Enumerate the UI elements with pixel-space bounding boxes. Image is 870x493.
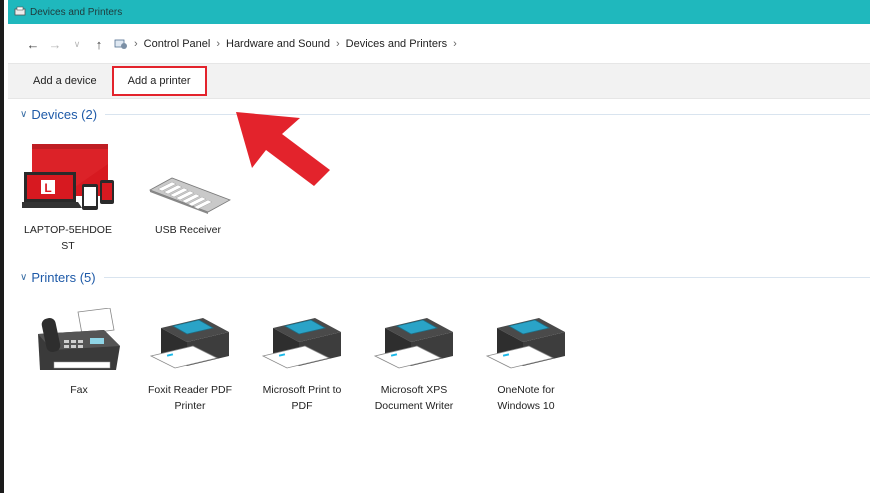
chevron-down-icon[interactable]: ∨ (66, 33, 88, 55)
printer-label: Foxit Reader PDF Printer (147, 384, 233, 412)
add-device-button[interactable]: Add a device (28, 63, 102, 99)
printer-label: Microsoft XPS Document Writer (374, 384, 454, 412)
printer-label: OneNote for Windows 10 (497, 384, 555, 412)
printer-label: Microsoft Print to PDF (262, 384, 342, 412)
breadcrumb-chevron-icon[interactable]: › (336, 38, 340, 50)
arrow-right-icon[interactable]: → (44, 33, 66, 55)
printer-icon (485, 318, 565, 369)
printers-group-title: Printers (5) (31, 270, 96, 285)
group-divider (103, 277, 870, 278)
device-label: USB Receiver (155, 224, 221, 236)
printer-icon (373, 318, 453, 369)
devices-group-header[interactable]: ∨ Devices (2) (20, 107, 870, 122)
address-bar: ← → ∨ ↑ › Control Panel › Hardware and S… (8, 26, 870, 62)
printer-icon (149, 318, 229, 369)
fax-icon (38, 308, 120, 370)
title-bar[interactable]: Devices and Printers (8, 0, 870, 24)
breadcrumb-chevron-icon[interactable]: › (216, 38, 220, 50)
breadcrumb: › Control Panel › Hardware and Sound › D… (134, 38, 457, 50)
collapse-chevron-icon[interactable]: ∨ (20, 109, 27, 120)
keyboard-icon (149, 177, 231, 214)
breadcrumb-devices-and-printers[interactable]: Devices and Printers (346, 38, 448, 50)
red-arrow-icon (236, 112, 330, 186)
breadcrumb-hardware-and-sound[interactable]: Hardware and Sound (226, 38, 330, 50)
devices-group-title: Devices (2) (31, 107, 98, 122)
control-panel-icon (114, 39, 127, 49)
arrow-up-icon[interactable]: ↑ (88, 33, 110, 55)
printer-onenote-for-windows-10[interactable]: OneNote for Windows 10 (481, 308, 571, 414)
printers-group-header[interactable]: ∨ Printers (5) (20, 270, 870, 285)
add-printer-button[interactable]: Add a printer (111, 66, 207, 96)
group-divider (105, 114, 870, 115)
printer-icon (261, 318, 341, 369)
device-label: LAPTOP-5EHDOE ST (24, 224, 112, 252)
devices-and-printers-window: Devices and Printers ← → ∨ ↑ › Control P… (0, 0, 870, 493)
printer-microsoft-xps-document-writer[interactable]: Microsoft XPS Document Writer (369, 308, 459, 414)
printer-foxit[interactable]: Foxit Reader PDF Printer (145, 308, 235, 414)
arrow-left-icon[interactable]: ← (22, 33, 44, 55)
window-title: Devices and Printers (30, 6, 123, 18)
breadcrumb-chevron-icon[interactable]: › (453, 38, 457, 50)
device-usb-receiver[interactable]: USB Receiver (143, 142, 233, 238)
printer-label: Fax (70, 384, 88, 396)
svg-text:L: L (44, 181, 51, 195)
breadcrumb-control-panel[interactable]: Control Panel (144, 38, 211, 50)
printer-fax[interactable]: Fax (34, 308, 124, 398)
command-bar: Add a device Add a printer (8, 63, 870, 99)
device-laptop[interactable]: L LAPTOP-5EHDOE ST (22, 142, 114, 254)
collapse-chevron-icon[interactable]: ∨ (20, 272, 27, 283)
laptop-icon: L (22, 144, 114, 210)
devices-printers-icon (14, 6, 26, 16)
breadcrumb-chevron-icon[interactable]: › (134, 38, 138, 50)
printer-microsoft-print-to-pdf[interactable]: Microsoft Print to PDF (257, 308, 347, 414)
